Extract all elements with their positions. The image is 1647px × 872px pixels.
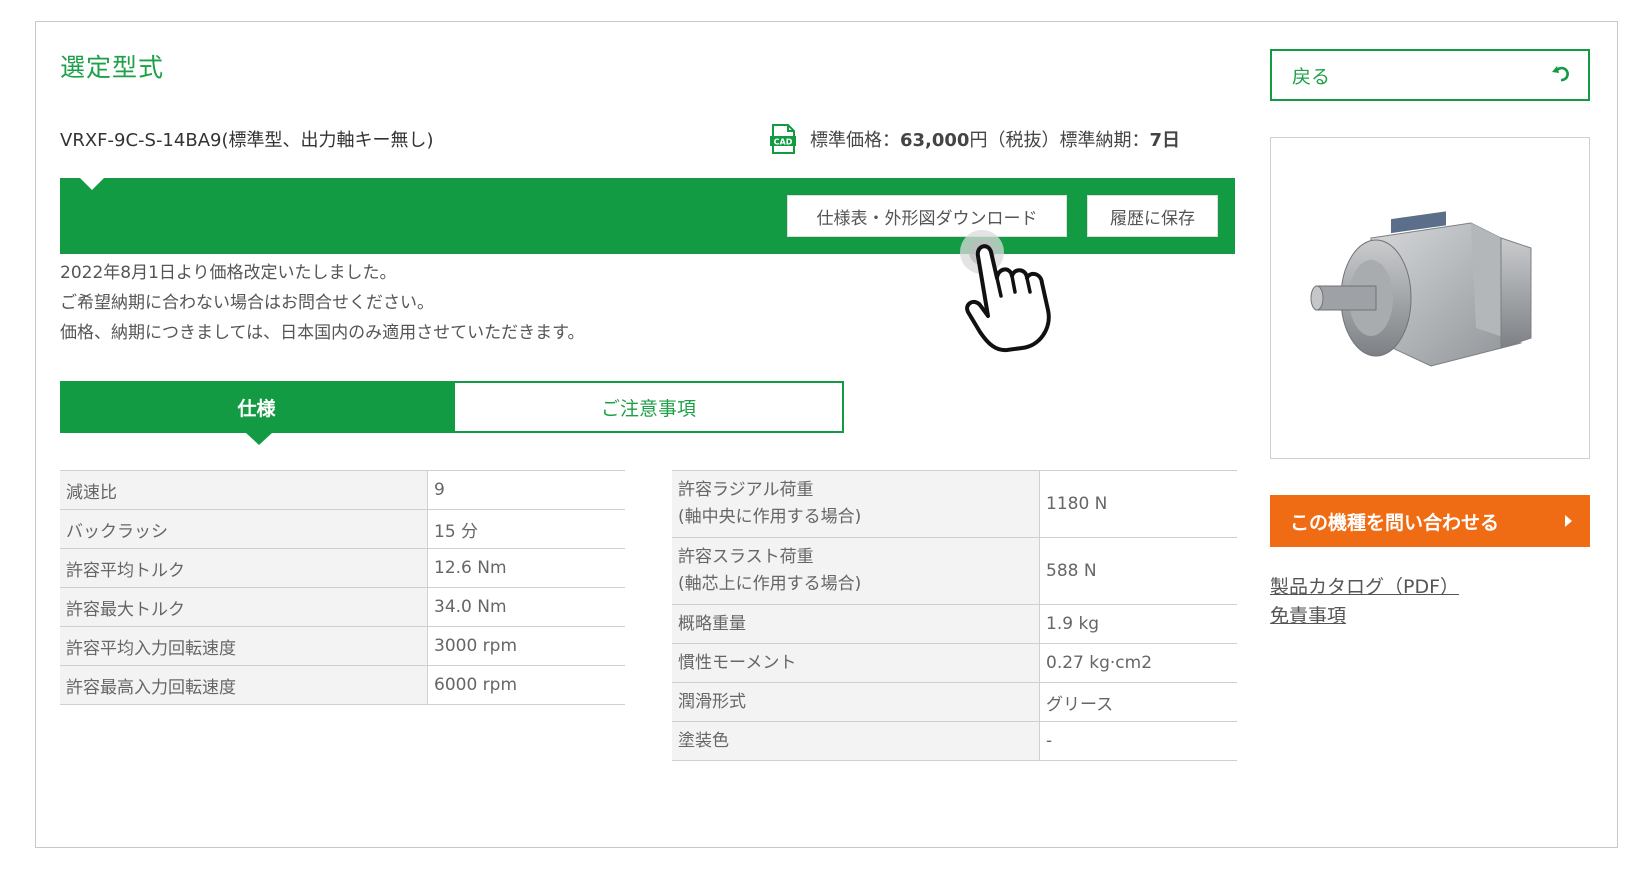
spec-value: 15 分 xyxy=(427,509,625,549)
tab-spec[interactable]: 仕様 xyxy=(60,381,453,433)
page-title: 選定型式 xyxy=(60,53,165,82)
price-suffix: 円（税抜）標準納期： xyxy=(969,130,1150,151)
price-prefix: 標準価格： xyxy=(810,130,900,151)
spec-value: 1180 N xyxy=(1039,470,1237,538)
spec-value: 12.6 Nm xyxy=(427,548,625,588)
spec-value: 34.0 Nm xyxy=(427,587,625,627)
return-arrow-icon xyxy=(1552,66,1569,82)
spec-value: 588 N xyxy=(1039,537,1237,605)
spec-key: 減速比 xyxy=(60,470,428,510)
caret-right-icon xyxy=(1565,515,1572,527)
spec-value: 3000 rpm xyxy=(427,626,625,666)
price-notice: 2022年8月1日より価格改定いたしました。 ご希望納期に合わない場合はお問合せ… xyxy=(60,258,584,348)
action-bar-notch xyxy=(80,178,104,190)
spec-value: グリース xyxy=(1039,682,1237,722)
spec-tabs: 仕様 ご注意事項 xyxy=(60,381,844,445)
notice-line-1: 2022年8月1日より価格改定いたしました。 xyxy=(60,263,397,283)
spec-row: 慣性モーメント 0.27 kg·cm2 xyxy=(672,643,1237,683)
back-button[interactable]: 戻る xyxy=(1270,49,1590,101)
hand-pointer-icon xyxy=(960,230,1051,353)
spec-key: 許容最大トルク xyxy=(60,587,428,627)
cad-file-icon[interactable]: CAD xyxy=(770,124,796,154)
spec-row: 許容ラジアル荷重 (軸中央に作用する場合) 1180 N xyxy=(672,470,1237,538)
spec-value: - xyxy=(1039,721,1237,761)
spec-row: 許容最高入力回転速度 6000 rpm xyxy=(60,665,625,705)
tab-notes[interactable]: ご注意事項 xyxy=(453,381,844,433)
spec-row: 許容スラスト荷重 (軸芯上に作用する場合) 588 N xyxy=(672,537,1237,605)
spec-row: 許容平均入力回転速度 3000 rpm xyxy=(60,626,625,666)
active-tab-caret xyxy=(246,433,272,445)
spec-key: 許容平均トルク xyxy=(60,548,428,588)
spec-key-note: (軸芯上に作用する場合) xyxy=(678,574,862,594)
spec-row: 塗装色 - xyxy=(672,721,1237,761)
product-image xyxy=(1270,137,1590,459)
spec-key-line: 許容スラスト荷重 xyxy=(678,547,814,567)
spec-key-line: 潤滑形式 xyxy=(678,691,746,712)
spec-row: 許容平均トルク 12.6 Nm xyxy=(60,548,625,588)
gearbox-product-image xyxy=(1310,211,1532,367)
spec-row: 減速比 9 xyxy=(60,470,625,510)
price-line: 標準価格：63,000円（税抜）標準納期：7日 xyxy=(810,126,1180,152)
spec-key-line: 慣性モーメント xyxy=(678,652,797,673)
spec-key-note: (軸中央に作用する場合) xyxy=(678,507,862,527)
notice-line-2: ご希望納期に合わない場合はお問合せください。 xyxy=(60,293,434,313)
spec-key-line: 許容ラジアル荷重 xyxy=(678,480,814,500)
spec-key: 潤滑形式 xyxy=(672,682,1040,722)
lead-time: 7日 xyxy=(1149,130,1180,151)
spec-row: 潤滑形式 グリース xyxy=(672,682,1237,722)
spec-row: 許容最大トルク 34.0 Nm xyxy=(60,587,625,627)
spec-key: バックラッシ xyxy=(60,509,428,549)
price-value: 63,000 xyxy=(900,130,970,151)
spec-key-line: 概略重量 xyxy=(678,613,746,634)
spec-key: 許容ラジアル荷重 (軸中央に作用する場合) xyxy=(672,470,1040,538)
spec-value: 0.27 kg·cm2 xyxy=(1039,643,1237,683)
spec-key-line: 塗装色 xyxy=(678,730,729,751)
back-label: 戻る xyxy=(1292,65,1331,88)
spec-row: バックラッシ 15 分 xyxy=(60,509,625,549)
spec-key: 塗装色 xyxy=(672,721,1040,761)
inquiry-button[interactable]: この機種を問い合わせる xyxy=(1270,495,1590,547)
spec-key: 許容スラスト荷重 (軸芯上に作用する場合) xyxy=(672,537,1040,605)
model-number: VRXF-9C-S-14BA9(標準型、出力軸キー無し) xyxy=(60,130,434,151)
spec-value: 1.9 kg xyxy=(1039,604,1237,644)
cad-icon-label: CAD xyxy=(774,138,793,147)
spec-key: 慣性モーメント xyxy=(672,643,1040,683)
disclaimer-link[interactable]: 免責事項 xyxy=(1270,601,1346,628)
spec-key: 概略重量 xyxy=(672,604,1040,644)
inquiry-label: この機種を問い合わせる xyxy=(1290,511,1500,534)
catalog-pdf-link[interactable]: 製品カタログ（PDF） xyxy=(1270,572,1459,599)
spec-key: 許容平均入力回転速度 xyxy=(60,626,428,666)
spec-row: 概略重量 1.9 kg xyxy=(672,604,1237,644)
spec-table-right: 許容ラジアル荷重 (軸中央に作用する場合) 1180 N 許容スラスト荷重 (軸芯上に作… xyxy=(672,470,1237,761)
spec-value: 9 xyxy=(427,470,625,510)
spec-table-left: 減速比 9 バックラッシ 15 分許容平均トルク 12.6 Nm 許容最大トルク 34.0 … xyxy=(60,470,625,705)
save-history-button[interactable]: 履歴に保存 xyxy=(1087,195,1218,237)
spec-key: 許容最高入力回転速度 xyxy=(60,665,428,705)
spec-value: 6000 rpm xyxy=(427,665,625,705)
notice-line-3: 価格、納期につきましては、日本国内のみ適用させていただきます。 xyxy=(60,323,585,343)
